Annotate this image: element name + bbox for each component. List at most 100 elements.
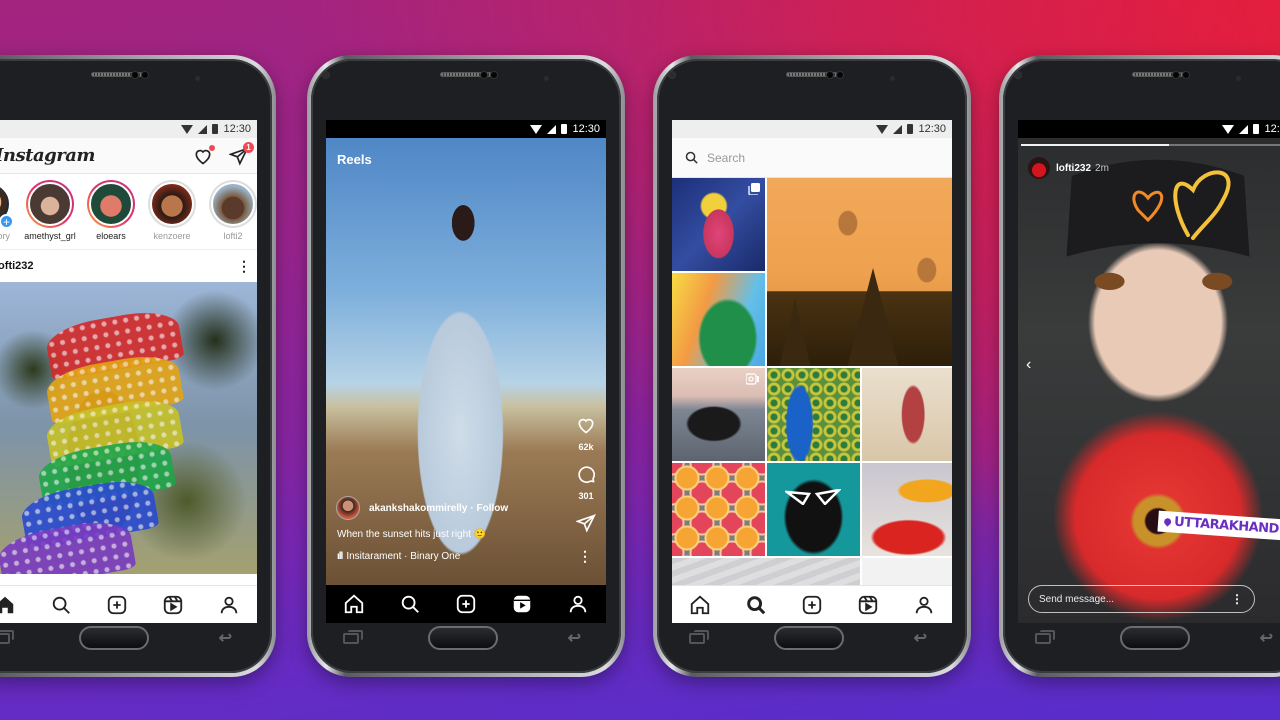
more-options-icon[interactable]: ⋮: [237, 258, 251, 275]
story-item[interactable]: kenzoere: [146, 180, 198, 249]
reels-icon[interactable]: [856, 593, 880, 617]
audio-track: Insitarament · Binary One: [346, 551, 461, 562]
heart-doodles: [1132, 170, 1231, 240]
explore-tile[interactable]: [672, 463, 765, 556]
profile-icon[interactable]: [566, 592, 590, 616]
signal-icon: [547, 124, 557, 134]
profile-icon[interactable]: [217, 593, 241, 617]
like-button[interactable]: [576, 415, 596, 440]
stories-tray[interactable]: + Your Story amethyst_grl eloears kenzoe…: [0, 174, 257, 250]
wifi-icon: [530, 124, 543, 134]
share-button[interactable]: [575, 513, 596, 538]
left-eye: [1094, 272, 1125, 291]
carousel-icon: [748, 183, 760, 195]
explore-tile[interactable]: [672, 178, 765, 271]
explore-tile[interactable]: [862, 463, 952, 556]
explore-tile[interactable]: [767, 178, 952, 366]
explore-tile[interactable]: [862, 368, 952, 461]
explore-tile[interactable]: [767, 463, 860, 556]
app-logo: Instagram: [0, 145, 95, 166]
wifi-icon: [876, 124, 889, 134]
explore-tile[interactable]: [672, 273, 765, 366]
add-story-icon: +: [0, 214, 14, 229]
notification-dot: [209, 144, 215, 151]
back-hardware-button[interactable]: ↩: [219, 628, 232, 648]
search-icon[interactable]: [49, 593, 73, 617]
recent-apps-button[interactable]: [1035, 629, 1055, 644]
explore-tile[interactable]: [672, 368, 765, 461]
reel-audio[interactable]: ıll Insitarament · Binary One: [337, 551, 460, 562]
more-options-icon[interactable]: ⋮: [578, 548, 592, 565]
search-input[interactable]: [707, 150, 907, 165]
home-icon[interactable]: [342, 592, 366, 616]
reels-icon[interactable]: [161, 593, 185, 617]
back-hardware-button[interactable]: ↩: [568, 628, 581, 648]
home-icon[interactable]: [0, 593, 17, 617]
video-icon: [746, 373, 759, 385]
reel-caption: When the sunset hits just right 🙂: [337, 529, 487, 540]
story-item[interactable]: amethyst_grl: [24, 180, 76, 249]
follow-button[interactable]: · Follow: [470, 503, 508, 514]
story-name: Your Story: [0, 231, 10, 241]
post-username[interactable]: lofti232: [0, 260, 237, 272]
front-camera: [890, 76, 895, 81]
search-icon[interactable]: [398, 592, 422, 616]
hardware-buttons: ↩: [311, 623, 621, 653]
sunglasses-graphic: [785, 489, 841, 505]
send-message-input[interactable]: [1039, 593, 1230, 605]
explore-screen: 12:30: [672, 120, 952, 623]
front-camera: [1236, 76, 1241, 81]
status-time: 12:30: [572, 123, 600, 135]
front-camera: [195, 76, 200, 81]
recent-apps-button[interactable]: [689, 629, 709, 644]
story-progress-fill: [1021, 144, 1169, 146]
new-post-icon[interactable]: [800, 593, 824, 617]
reels-icon[interactable]: [510, 592, 534, 616]
recent-apps-button[interactable]: [343, 629, 363, 644]
explore-tile[interactable]: [767, 368, 860, 461]
proximity-sensor: [1015, 72, 1021, 78]
front-camera: [544, 76, 549, 81]
home-hardware-button[interactable]: [428, 626, 499, 650]
direct-badge: 1: [243, 141, 254, 153]
bottom-nav: [672, 585, 952, 623]
more-options-icon[interactable]: ⋮: [1230, 592, 1244, 606]
story-time: 2m: [1095, 162, 1109, 174]
home-icon[interactable]: [688, 593, 712, 617]
story-avatar[interactable]: [1028, 157, 1050, 179]
feed-screen: 12:30 Instagram 1 + ry amethyst_grl eloe…: [0, 120, 257, 623]
story-name: amethyst_grl: [24, 231, 76, 241]
comment-button[interactable]: [576, 464, 596, 489]
battery-icon: [561, 124, 568, 134]
temple-silhouette: [777, 298, 813, 366]
home-hardware-button[interactable]: [79, 626, 150, 650]
story-item[interactable]: eloears: [85, 180, 137, 249]
search-icon[interactable]: [744, 593, 768, 617]
direct-messages-button[interactable]: 1: [228, 141, 254, 166]
previous-story-icon[interactable]: ‹: [1026, 356, 1031, 374]
hardware-buttons: ↩: [1003, 623, 1280, 653]
author-username[interactable]: akankshakommirelly: [369, 503, 467, 514]
story-username[interactable]: lofti232: [1056, 163, 1091, 174]
story-item[interactable]: lofti2: [207, 180, 257, 249]
author-avatar[interactable]: [336, 496, 360, 520]
phone-explore: 12:30 Search ↩: [653, 55, 971, 677]
status-bar: 12:30: [326, 120, 606, 138]
back-hardware-button[interactable]: ↩: [914, 628, 927, 648]
home-hardware-button[interactable]: [774, 626, 845, 650]
new-post-icon[interactable]: [454, 592, 478, 616]
activity-button[interactable]: [193, 144, 215, 166]
story-own[interactable]: + Your Story: [0, 180, 15, 249]
phone-body: 12:30 Search ↩: [657, 59, 967, 673]
new-post-icon[interactable]: [105, 593, 129, 617]
profile-icon[interactable]: [912, 593, 936, 617]
sensor-dot: [1183, 72, 1189, 78]
comment-icon: [578, 466, 596, 484]
story-author: lofti232 2m: [1028, 157, 1109, 179]
avatar: [28, 182, 72, 226]
recent-apps-button[interactable]: [0, 629, 14, 644]
back-hardware-button[interactable]: ↩: [1260, 628, 1273, 648]
post-image[interactable]: [0, 282, 257, 574]
home-hardware-button[interactable]: [1120, 626, 1191, 650]
story-name: kenzoere: [153, 231, 191, 241]
